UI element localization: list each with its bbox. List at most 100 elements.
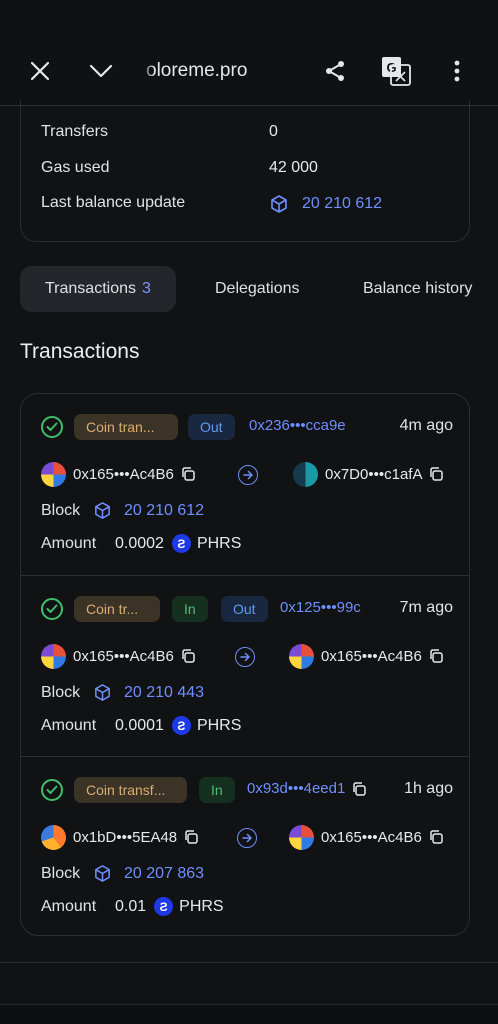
- last-balance-update-value[interactable]: 20 210 612: [269, 194, 382, 214]
- section-title: Transactions: [20, 340, 140, 363]
- from-address[interactable]: 0x1bD•••5EA48: [41, 824, 198, 850]
- cube-icon: [271, 195, 287, 213]
- to-address-text[interactable]: 0x165•••Ac4B6: [321, 829, 422, 846]
- transfers-value: 0: [269, 123, 278, 140]
- copy-icon[interactable]: [184, 830, 198, 844]
- block-row: Block 20 207 863: [41, 864, 204, 883]
- arrow-right-icon: [235, 647, 255, 667]
- transaction-item: Coin tr... In Out 0x125•••99c 7m ago 0x1…: [21, 575, 469, 756]
- copy-icon[interactable]: [181, 649, 195, 663]
- check-circle-icon: [41, 416, 63, 438]
- cube-icon: [95, 502, 110, 519]
- gas-used-label: Gas used: [41, 159, 110, 176]
- amount-row: Amount 0.0001 Ƨ PHRS: [41, 716, 241, 735]
- to-address[interactable]: 0x165•••Ac4B6: [289, 824, 443, 850]
- tx-type-badge: Coin tran...: [74, 414, 178, 440]
- from-address-text[interactable]: 0x165•••Ac4B6: [73, 648, 174, 665]
- amount-value: 0.0001: [115, 716, 164, 734]
- copy-icon[interactable]: [429, 467, 444, 481]
- token-symbol[interactable]: PHRS: [179, 898, 223, 916]
- more-vertical-icon[interactable]: [440, 54, 474, 88]
- token-symbol[interactable]: PHRS: [197, 717, 241, 735]
- address-info-card: Transfers 0 Gas used 42 000 Last balance…: [20, 100, 470, 242]
- tx-type-badge: Coin transf...: [74, 777, 187, 803]
- close-icon[interactable]: [23, 54, 57, 88]
- tab-delegations[interactable]: Delegations: [215, 266, 300, 312]
- gas-used-value: 42 000: [269, 159, 318, 176]
- avatar: [293, 461, 318, 487]
- tx-hash-text[interactable]: 0x93d•••4eed1: [247, 780, 345, 797]
- tx-time: 4m ago: [399, 417, 453, 434]
- from-address-text[interactable]: 0x165•••Ac4B6: [73, 466, 174, 483]
- transaction-item: Coin tran... Out 0x236•••cca9e 4m ago 0x…: [21, 394, 469, 575]
- avatar: [289, 643, 314, 669]
- tabs-bar: Transactions 3 Delegations Balance histor…: [20, 266, 498, 312]
- direction-badge-out: Out: [221, 596, 268, 622]
- tab-delegations-label: Delegations: [215, 280, 300, 297]
- tab-transactions[interactable]: Transactions 3: [20, 266, 176, 312]
- block-link[interactable]: 20 207 863: [124, 865, 204, 883]
- tab-balance-history[interactable]: Balance history: [363, 266, 472, 312]
- to-address[interactable]: 0x7D0•••c1afA: [293, 461, 444, 487]
- from-address-text[interactable]: 0x1bD•••5EA48: [73, 829, 177, 846]
- check-circle-icon: [41, 779, 63, 801]
- direction-badge-in: In: [172, 596, 208, 622]
- tab-balance-history-label: Balance history: [363, 280, 473, 297]
- block-link[interactable]: 20 210 612: [124, 502, 204, 520]
- to-address[interactable]: 0x165•••Ac4B6: [289, 643, 443, 669]
- transactions-list: Coin tran... Out 0x236•••cca9e 4m ago 0x…: [20, 393, 470, 936]
- last-balance-update-label: Last balance update: [41, 194, 186, 211]
- share-icon[interactable]: [318, 54, 352, 88]
- tab-transactions-label: Transactions: [45, 280, 136, 297]
- cube-icon: [95, 865, 110, 882]
- copy-icon[interactable]: [429, 649, 443, 663]
- tx-time: 1h ago: [404, 780, 453, 797]
- copy-icon[interactable]: [429, 830, 443, 844]
- browser-toolbar: oloreme.pro G: [0, 36, 498, 106]
- chevron-down-icon[interactable]: [84, 54, 118, 88]
- check-circle-icon: [41, 598, 63, 620]
- translate-icon[interactable]: G: [379, 54, 413, 88]
- system-navigation-bar: [0, 1004, 498, 1024]
- url-text[interactable]: oloreme.pro: [146, 60, 247, 82]
- tx-time: 7m ago: [399, 599, 453, 616]
- status-bar: [0, 0, 498, 36]
- amount-label: Amount: [41, 534, 97, 552]
- block-label: Block: [41, 864, 81, 882]
- amount-label: Amount: [41, 716, 97, 734]
- tx-hash-link[interactable]: 0x236•••cca9e: [249, 417, 346, 434]
- url-fade: [140, 56, 154, 86]
- copy-icon[interactable]: [181, 467, 195, 481]
- direction-badge-out: Out: [188, 414, 235, 440]
- cube-icon: [95, 684, 110, 701]
- block-row: Block 20 210 443: [41, 683, 204, 702]
- tab-transactions-count: 3: [142, 280, 151, 297]
- tx-hash-link[interactable]: 0x93d•••4eed1: [247, 780, 367, 797]
- avatar: [41, 643, 66, 669]
- divider: [0, 962, 498, 963]
- transfers-label: Transfers: [41, 123, 108, 140]
- pharos-token-icon: Ƨ: [154, 897, 174, 916]
- from-address[interactable]: 0x165•••Ac4B6: [41, 643, 195, 669]
- block-row: Block 20 210 612: [41, 501, 204, 520]
- amount-value: 0.0002: [115, 534, 164, 552]
- pharos-token-icon: Ƨ: [171, 534, 191, 553]
- token-symbol[interactable]: PHRS: [197, 535, 241, 553]
- amount-label: Amount: [41, 897, 97, 915]
- avatar: [41, 461, 66, 487]
- arrow-right-icon: [237, 828, 257, 848]
- block-link[interactable]: 20 210 443: [124, 684, 204, 702]
- amount-row: Amount 0.0002 Ƨ PHRS: [41, 534, 241, 553]
- avatar: [41, 824, 66, 850]
- to-address-text[interactable]: 0x7D0•••c1afA: [325, 466, 422, 483]
- tx-hash-link[interactable]: 0x125•••99c: [280, 599, 361, 616]
- direction-badge-in: In: [199, 777, 235, 803]
- from-address[interactable]: 0x165•••Ac4B6: [41, 461, 195, 487]
- block-link[interactable]: 20 210 612: [302, 195, 382, 213]
- arrow-right-icon: [238, 465, 258, 485]
- tx-type-badge: Coin tr...: [74, 596, 160, 622]
- amount-row: Amount 0.01 Ƨ PHRS: [41, 897, 224, 916]
- avatar: [289, 824, 314, 850]
- to-address-text[interactable]: 0x165•••Ac4B6: [321, 648, 422, 665]
- copy-icon[interactable]: [352, 781, 367, 796]
